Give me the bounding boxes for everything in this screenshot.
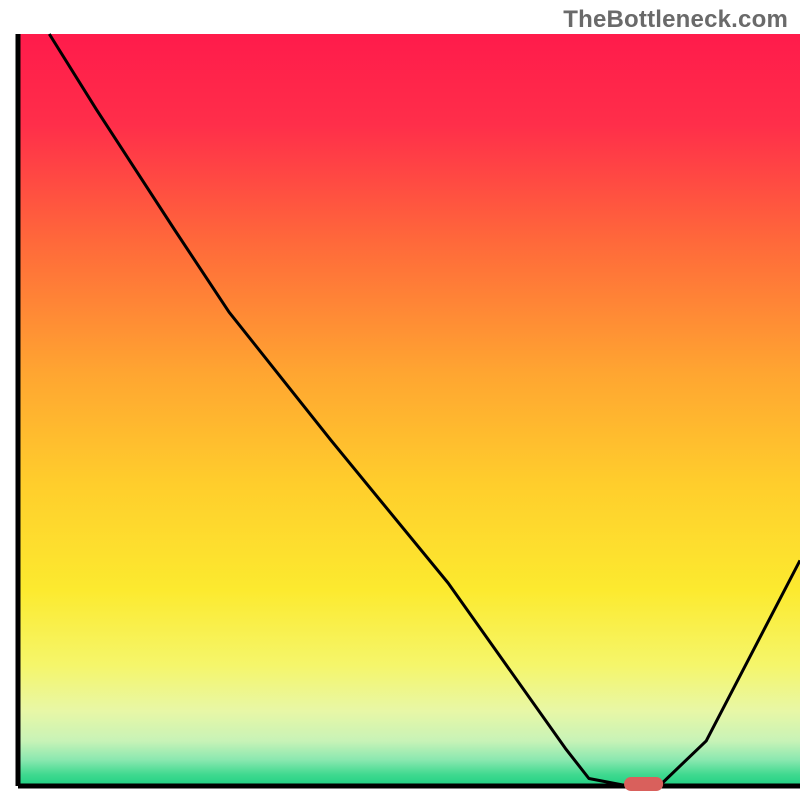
gradient-background (18, 34, 800, 786)
chart-container: TheBottleneck.com (0, 0, 800, 800)
watermark-label: TheBottleneck.com (563, 6, 788, 34)
bottleneck-chart (0, 0, 800, 800)
optimal-marker (624, 777, 663, 791)
